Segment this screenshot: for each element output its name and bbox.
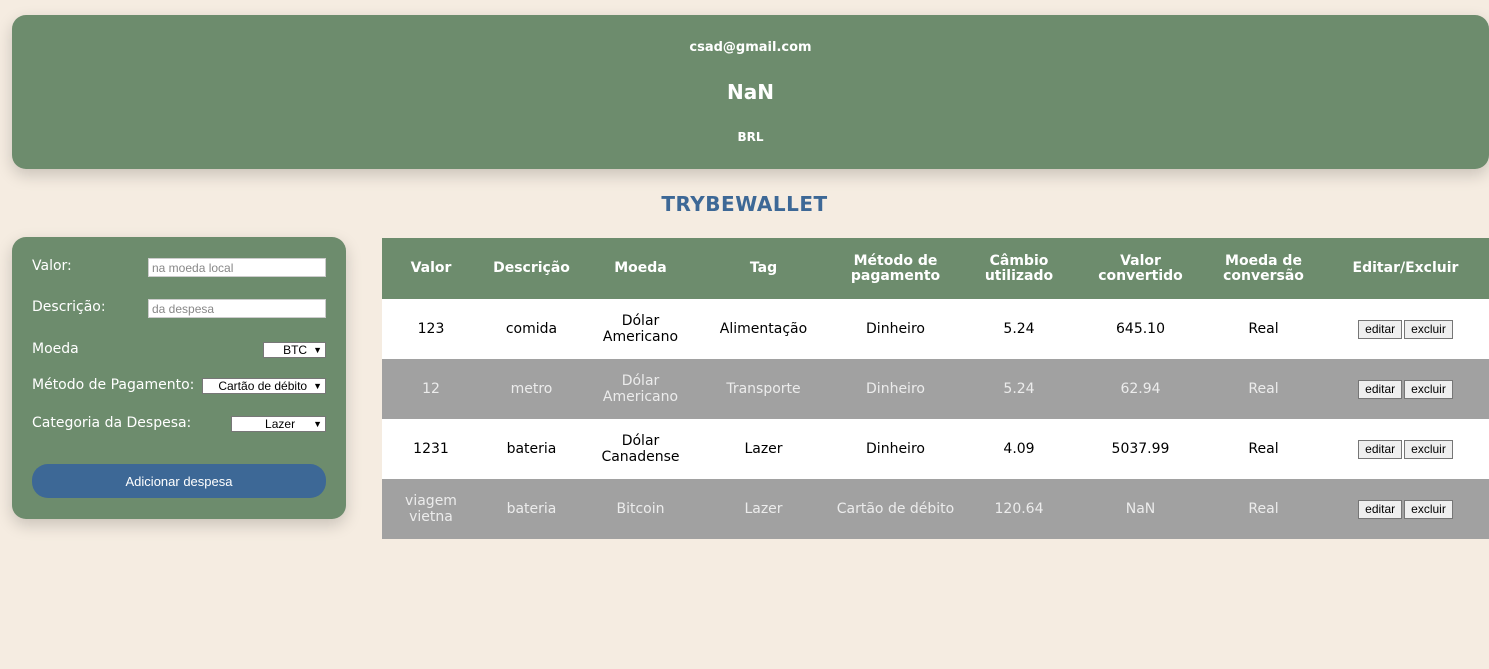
payment-method-label: Método de Pagamento:	[32, 377, 195, 393]
column-header: Editar/Excluir	[1322, 238, 1489, 299]
cell-actions: editar excluir	[1322, 359, 1489, 419]
table-row: 123 comida Dólar Americano Alimentação D…	[382, 299, 1489, 359]
delete-button[interactable]: excluir	[1404, 499, 1453, 519]
edit-button[interactable]: editar	[1358, 379, 1403, 399]
payment-method-select[interactable]: Cartão de débito ▼	[202, 378, 326, 394]
cell-value: 123	[382, 299, 480, 359]
column-header: Descrição	[480, 238, 583, 299]
cell-tag: Transporte	[698, 359, 829, 419]
cell-conversion-currency: Real	[1205, 479, 1322, 539]
currency-label: Moeda	[32, 341, 79, 357]
header-currency: BRL	[737, 130, 764, 144]
category-select-value: Lazer	[265, 417, 296, 431]
description-label: Descrição:	[32, 299, 106, 315]
table-row: 1231 bateria Dólar Canadense Lazer Dinhe…	[382, 419, 1489, 479]
delete-button[interactable]: excluir	[1404, 439, 1453, 459]
cell-method: Dinheiro	[829, 359, 962, 419]
cell-currency: Dólar Americano	[583, 359, 698, 419]
cell-description: bateria	[480, 479, 583, 539]
cell-exchange: 120.64	[962, 479, 1076, 539]
cell-value: 1231	[382, 419, 480, 479]
total-expenses: NaN	[727, 80, 774, 104]
cell-method: Dinheiro	[829, 419, 962, 479]
column-header: Moeda de conversão	[1205, 238, 1322, 299]
cell-exchange: 4.09	[962, 419, 1076, 479]
cell-method: Cartão de débito	[829, 479, 962, 539]
cell-actions: editar excluir	[1322, 299, 1489, 359]
expense-form: Valor: Descrição: Moeda BTC ▼ Método de P…	[12, 237, 346, 519]
cell-exchange: 5.24	[962, 299, 1076, 359]
column-header: Tag	[698, 238, 829, 299]
value-label: Valor:	[32, 258, 72, 274]
column-header: Valor	[382, 238, 480, 299]
cell-conversion-currency: Real	[1205, 299, 1322, 359]
table-row: 12 metro Dólar Americano Transporte Dinh…	[382, 359, 1489, 419]
delete-button[interactable]: excluir	[1404, 379, 1453, 399]
currency-select[interactable]: BTC ▼	[263, 342, 326, 358]
table-row: viagem vietna bateria Bitcoin Lazer Cart…	[382, 479, 1489, 539]
category-select[interactable]: Lazer ▼	[231, 416, 326, 432]
cell-converted: NaN	[1076, 479, 1205, 539]
cell-conversion-currency: Real	[1205, 419, 1322, 479]
column-header: Moeda	[583, 238, 698, 299]
cell-actions: editar excluir	[1322, 419, 1489, 479]
app-title: TRYBEWALLET	[661, 192, 828, 216]
category-label: Categoria da Despesa:	[32, 415, 192, 431]
edit-button[interactable]: editar	[1358, 499, 1403, 519]
wallet-header: csad@gmail.com NaN BRL	[12, 15, 1489, 169]
cell-description: metro	[480, 359, 583, 419]
cell-exchange: 5.24	[962, 359, 1076, 419]
column-header: Método de pagamento	[829, 238, 962, 299]
cell-tag: Lazer	[698, 419, 829, 479]
cell-converted: 5037.99	[1076, 419, 1205, 479]
user-email: csad@gmail.com	[689, 40, 812, 55]
payment-method-select-value: Cartão de débito	[218, 379, 308, 393]
cell-tag: Alimentação	[698, 299, 829, 359]
cell-currency: Dólar Canadense	[583, 419, 698, 479]
cell-currency: Dólar Americano	[583, 299, 698, 359]
value-input[interactable]	[148, 258, 326, 277]
edit-button[interactable]: editar	[1358, 319, 1403, 339]
add-expense-button[interactable]: Adicionar despesa	[32, 464, 326, 498]
currency-select-value: BTC	[283, 343, 308, 357]
delete-button[interactable]: excluir	[1404, 319, 1453, 339]
cell-actions: editar excluir	[1322, 479, 1489, 539]
table-header-row: Valor Descrição Moeda Tag Método de paga…	[382, 238, 1489, 299]
expenses-table: Valor Descrição Moeda Tag Método de paga…	[382, 238, 1489, 539]
chevron-down-icon: ▼	[313, 381, 322, 391]
cell-converted: 645.10	[1076, 299, 1205, 359]
cell-value: viagem vietna	[382, 479, 480, 539]
cell-description: comida	[480, 299, 583, 359]
description-input[interactable]	[148, 299, 326, 318]
chevron-down-icon: ▼	[313, 419, 322, 429]
cell-method: Dinheiro	[829, 299, 962, 359]
edit-button[interactable]: editar	[1358, 439, 1403, 459]
cell-conversion-currency: Real	[1205, 359, 1322, 419]
column-header: Valor convertido	[1076, 238, 1205, 299]
cell-currency: Bitcoin	[583, 479, 698, 539]
cell-tag: Lazer	[698, 479, 829, 539]
cell-description: bateria	[480, 419, 583, 479]
chevron-down-icon: ▼	[313, 345, 322, 355]
cell-converted: 62.94	[1076, 359, 1205, 419]
cell-value: 12	[382, 359, 480, 419]
column-header: Câmbio utilizado	[962, 238, 1076, 299]
